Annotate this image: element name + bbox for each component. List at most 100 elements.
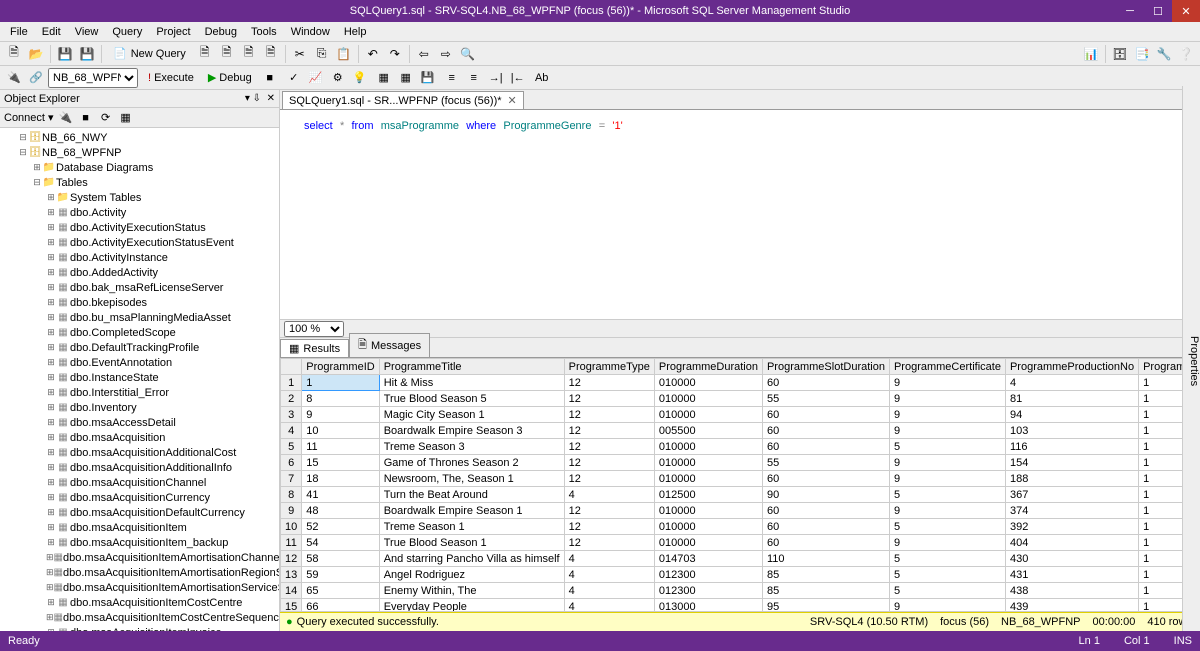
options-icon[interactable]: ⚙	[328, 68, 348, 88]
tree-item[interactable]: ⊞dbo.msaAcquisitionItemCostCentre	[0, 595, 279, 610]
comment-icon[interactable]: ≡	[442, 68, 462, 88]
nav-back-icon[interactable]: ⇦	[414, 44, 434, 64]
tab-close-icon[interactable]: ✕	[508, 94, 517, 107]
tree-item[interactable]: ⊞dbo.Activity	[0, 205, 279, 220]
copy-icon[interactable]: ⎘	[312, 44, 332, 64]
results-grid[interactable]: ProgrammeIDProgrammeTitleProgrammeTypePr…	[280, 358, 1200, 611]
indent-icon[interactable]: →|	[486, 68, 506, 88]
uncomment-icon[interactable]: ≡	[464, 68, 484, 88]
tree-item[interactable]: ⊞dbo.msaAcquisitionDefaultCurrency	[0, 505, 279, 520]
pin-icon[interactable]: ▾ ⇩	[245, 93, 261, 104]
tab-results[interactable]: ▦Results	[280, 339, 349, 357]
new-project-icon[interactable]: 🗎	[4, 44, 24, 64]
tree-item[interactable]: ⊞dbo.bkepisodes	[0, 295, 279, 310]
stop-icon[interactable]: ■	[78, 110, 94, 126]
tree-item[interactable]: ⊞dbo.msaAcquisitionItem_backup	[0, 535, 279, 550]
close-panel-icon[interactable]: ✕	[267, 93, 275, 104]
xmla-icon[interactable]: 🗎	[261, 44, 281, 64]
find-icon[interactable]: 🔍	[458, 44, 478, 64]
menu-debug[interactable]: Debug	[199, 24, 243, 40]
intellisense-icon[interactable]: 💡	[350, 68, 370, 88]
save-all-icon[interactable]: 💾	[77, 44, 97, 64]
results-file-icon[interactable]: 💾	[418, 68, 438, 88]
menu-window[interactable]: Window	[285, 24, 336, 40]
menu-file[interactable]: File	[4, 24, 34, 40]
tree-item[interactable]: ⊞dbo.msaAcquisitionAdditionalCost	[0, 445, 279, 460]
tree-item[interactable]: ⊞dbo.msaAcquisitionItemAmortisationChann…	[0, 550, 279, 565]
connect-icon[interactable]: 🔌	[4, 68, 24, 88]
tree-item[interactable]: ⊞dbo.InstanceState	[0, 370, 279, 385]
menu-edit[interactable]: Edit	[36, 24, 67, 40]
tree-item[interactable]: ⊞dbo.DefaultTrackingProfile	[0, 340, 279, 355]
de-icon[interactable]: 🗎	[195, 44, 215, 64]
tab-sqlquery1[interactable]: SQLQuery1.sql - SR...WPFNP (focus (56))*…	[282, 91, 524, 109]
save-icon[interactable]: 💾	[55, 44, 75, 64]
sql-editor[interactable]: select * from msaProgramme where Program…	[280, 110, 1200, 320]
undo-icon[interactable]: ↶	[363, 44, 383, 64]
refresh-icon[interactable]: ⟳	[98, 110, 114, 126]
reg-servers-icon[interactable]: 🗄	[1110, 44, 1130, 64]
results-grid-wrap[interactable]: ProgrammeIDProgrammeTitleProgrammeTypePr…	[280, 358, 1200, 611]
nav-fwd-icon[interactable]: ⇨	[436, 44, 456, 64]
filter-icon[interactable]: ▦	[118, 110, 134, 126]
menu-help[interactable]: Help	[338, 24, 373, 40]
debug-button[interactable]: ▶ Debug	[202, 68, 258, 88]
menu-project[interactable]: Project	[150, 24, 196, 40]
open-icon[interactable]: 📂	[26, 44, 46, 64]
tree-item[interactable]: ⊞dbo.msaAcquisition	[0, 430, 279, 445]
parse-icon[interactable]: ✓	[284, 68, 304, 88]
tree-item[interactable]: ⊞dbo.msaAcquisitionItem	[0, 520, 279, 535]
object-tree[interactable]: ⊟NB_66_NWY⊟NB_68_WPFNP⊞Database Diagrams…	[0, 128, 279, 631]
results-grid-icon[interactable]: ▦	[396, 68, 416, 88]
activity-icon[interactable]: 📊	[1081, 44, 1101, 64]
close-button[interactable]: ✕	[1172, 0, 1200, 22]
tree-item[interactable]: ⊞dbo.msaAcquisitionCurrency	[0, 490, 279, 505]
help-icon[interactable]: ❔	[1176, 44, 1196, 64]
tree-item[interactable]: ⊞dbo.msaAcquisitionChannel	[0, 475, 279, 490]
outdent-icon[interactable]: |←	[508, 68, 528, 88]
zoom-select[interactable]: 100 %	[284, 321, 344, 337]
menu-tools[interactable]: Tools	[245, 24, 283, 40]
template-icon[interactable]: 📑	[1132, 44, 1152, 64]
tree-item[interactable]: ⊞dbo.AddedActivity	[0, 265, 279, 280]
tree-item[interactable]: ⊞dbo.msaAcquisitionItemAmortisationServi…	[0, 580, 279, 595]
plan-icon[interactable]: 📈	[306, 68, 326, 88]
specify-values-icon[interactable]: Ab	[532, 68, 552, 88]
tree-item[interactable]: ⊞dbo.ActivityExecutionStatusEvent	[0, 235, 279, 250]
props-icon[interactable]: 🔧	[1154, 44, 1174, 64]
tree-item[interactable]: ⊞Database Diagrams	[0, 160, 279, 175]
tab-messages[interactable]: 🗎Messages	[349, 333, 430, 357]
menu-view[interactable]: View	[69, 24, 105, 40]
connect-button[interactable]: Connect ▾	[4, 111, 54, 124]
tree-item[interactable]: ⊞dbo.Interstitial_Error	[0, 385, 279, 400]
menu-query[interactable]: Query	[106, 24, 148, 40]
tree-item[interactable]: ⊞dbo.msaAcquisitionItemAmortisationRegio…	[0, 565, 279, 580]
cancel-query-icon[interactable]: ■	[260, 68, 280, 88]
minimize-button[interactable]: ─	[1116, 0, 1144, 22]
mdx-icon[interactable]: 🗎	[217, 44, 237, 64]
tree-item[interactable]: ⊞dbo.CompletedScope	[0, 325, 279, 340]
dmx-icon[interactable]: 🗎	[239, 44, 259, 64]
maximize-button[interactable]: ☐	[1144, 0, 1172, 22]
execute-button[interactable]: ! Execute	[142, 68, 200, 88]
tree-item[interactable]: ⊞dbo.msaAccessDetail	[0, 415, 279, 430]
change-conn-icon[interactable]: 🔗	[26, 68, 46, 88]
tree-item[interactable]: ⊞dbo.ActivityExecutionStatus	[0, 220, 279, 235]
tree-item[interactable]: ⊞System Tables	[0, 190, 279, 205]
results-text-icon[interactable]: ▦	[374, 68, 394, 88]
properties-tab[interactable]: Properties	[1182, 86, 1200, 631]
new-query-button[interactable]: 📄 New Query	[106, 44, 193, 64]
redo-icon[interactable]: ↷	[385, 44, 405, 64]
tree-item[interactable]: ⊟NB_68_WPFNP	[0, 145, 279, 160]
tree-item[interactable]: ⊞dbo.EventAnnotation	[0, 355, 279, 370]
tree-item[interactable]: ⊟NB_66_NWY	[0, 130, 279, 145]
cut-icon[interactable]: ✂	[290, 44, 310, 64]
disconnect-icon[interactable]: 🔌	[58, 110, 74, 126]
tree-item[interactable]: ⊞dbo.ActivityInstance	[0, 250, 279, 265]
paste-icon[interactable]: 📋	[334, 44, 354, 64]
tree-item[interactable]: ⊞dbo.Inventory	[0, 400, 279, 415]
tree-item[interactable]: ⊟Tables	[0, 175, 279, 190]
tree-item[interactable]: ⊞dbo.msaAcquisitionAdditionalInfo	[0, 460, 279, 475]
tree-item[interactable]: ⊞dbo.bu_msaPlanningMediaAsset	[0, 310, 279, 325]
tree-item[interactable]: ⊞dbo.msaAcquisitionItemCostCentreSequenc…	[0, 610, 279, 625]
